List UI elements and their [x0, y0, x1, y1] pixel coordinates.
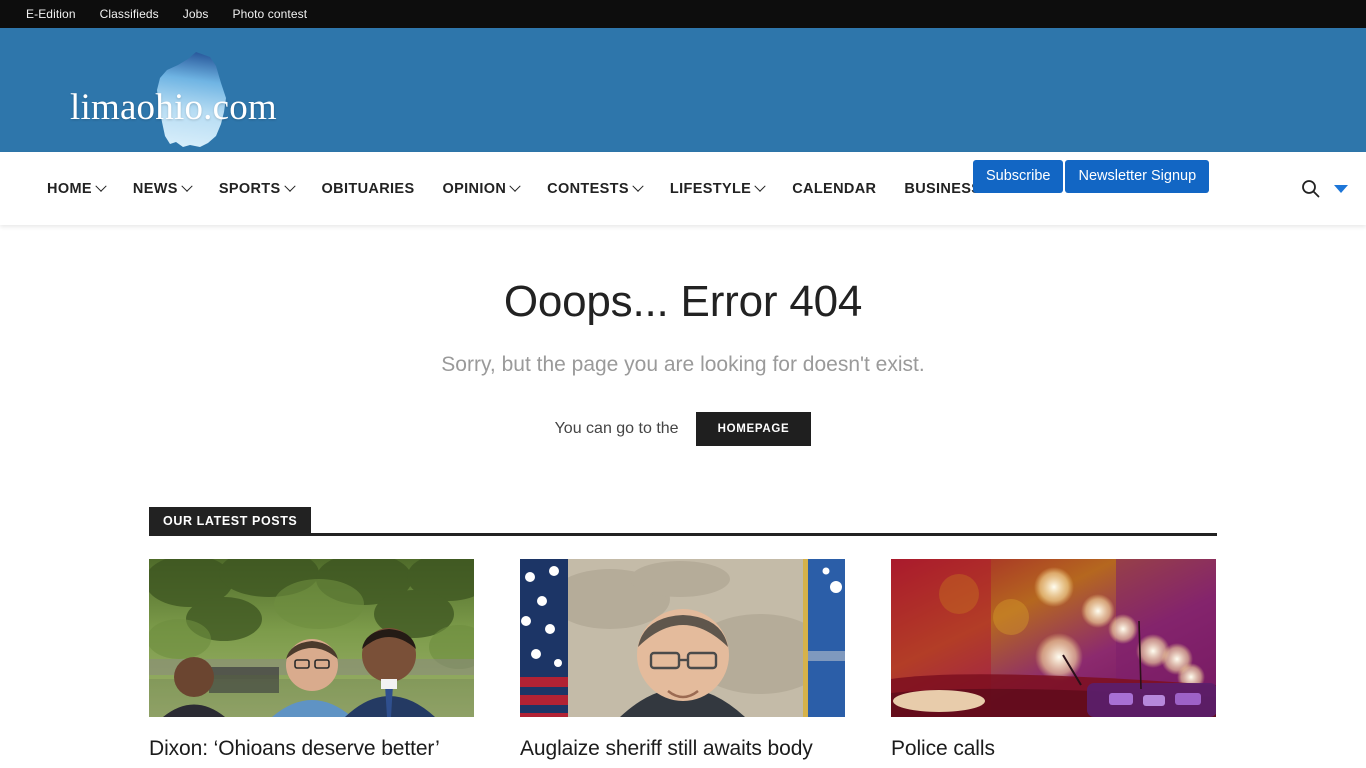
nav-item-calendar[interactable]: CALENDAR [778, 181, 890, 197]
post-title[interactable]: Police calls [891, 736, 1216, 762]
newsletter-signup-button[interactable]: Newsletter Signup [1065, 160, 1210, 193]
chevron-down-icon [632, 180, 644, 192]
nav-right-tools [1301, 152, 1348, 225]
error-title: Ooops... Error 404 [503, 277, 863, 326]
post-thumbnail[interactable] [520, 559, 845, 717]
sheriff-portrait-with-flags-image [520, 559, 845, 717]
section-title: OUR LATEST POSTS [149, 507, 312, 536]
chevron-down-icon [95, 180, 107, 192]
latest-posts-section: OUR LATEST POSTS Dixon: ‘Ohioans deserve… [149, 507, 1217, 768]
latest-posts-grid: Dixon: ‘Ohioans deserve better’ Precious… [149, 559, 1217, 768]
topbar-link-jobs[interactable]: Jobs [171, 0, 221, 28]
section-divider [311, 533, 1217, 536]
site-logo[interactable]: limaohio.com [70, 50, 330, 150]
nav-cta-group: Subscribe Newsletter Signup [973, 160, 1210, 193]
nav-item-opinion[interactable]: OPINION [428, 180, 533, 197]
nav-item-label: OBITUARIES [321, 180, 415, 197]
error-cta-text: You can go to the [554, 420, 679, 437]
post-card[interactable]: Dixon: ‘Ohioans deserve better’ Precious… [149, 559, 474, 768]
chevron-down-icon [283, 180, 296, 192]
latest-posts-header: OUR LATEST POSTS [149, 507, 1217, 536]
nav-item-label: HOME [47, 180, 92, 197]
nav-item-label: OPINION [442, 180, 507, 197]
post-card[interactable]: Auglaize sheriff still awaits body camer… [520, 559, 845, 768]
homepage-button[interactable]: HOMEPAGE [695, 412, 812, 446]
post-title[interactable]: Dixon: ‘Ohioans deserve better’ [149, 736, 474, 762]
post-thumbnail[interactable] [149, 559, 474, 717]
error-subtitle: Sorry, but the page you are looking for … [441, 353, 925, 376]
nav-item-label: CALENDAR [792, 180, 877, 197]
nav-item-news[interactable]: NEWS [119, 180, 205, 197]
nav-item-label: SPORTS [218, 180, 281, 197]
chevron-down-icon [181, 180, 193, 192]
top-utility-bar: E-Edition Classifieds Jobs Photo contest [0, 0, 1366, 28]
error-cta-row: You can go to the HOMEPAGE [0, 412, 1366, 446]
nav-item-obituaries[interactable]: OBITUARIES [308, 181, 429, 197]
main-navigation: HOME NEWS SPORTS OBITUARIES OPINION CONT… [0, 152, 1366, 225]
topbar-link-classifieds[interactable]: Classifieds [88, 0, 171, 28]
post-title[interactable]: Auglaize sheriff still awaits body camer… [520, 736, 845, 768]
nav-item-contests[interactable]: CONTESTS [533, 180, 656, 197]
post-card[interactable]: Police calls Jessica Orozco-September 13… [891, 559, 1216, 768]
subscribe-button[interactable]: Subscribe [973, 160, 1064, 193]
topbar-link-e-edition[interactable]: E-Edition [14, 0, 88, 28]
chevron-down-icon[interactable] [1334, 184, 1348, 193]
topbar-link-photo-contest[interactable]: Photo contest [220, 0, 319, 28]
chevron-down-icon [509, 180, 521, 192]
nav-item-label: NEWS [132, 180, 178, 197]
nav-item-label: LIFESTYLE [669, 180, 752, 197]
main-content: Ooops... Error 404 Sorry, but the page y… [0, 225, 1366, 768]
chevron-down-icon [754, 180, 766, 192]
three-people-outdoors-image [149, 559, 474, 717]
nav-item-lifestyle[interactable]: LIFESTYLE [656, 180, 778, 197]
search-icon[interactable] [1301, 179, 1320, 198]
site-logo-text: limaohio.com [70, 87, 277, 128]
nav-item-label: CONTESTS [547, 180, 629, 197]
post-thumbnail[interactable] [891, 559, 1216, 717]
police-lights-night-image [891, 559, 1216, 717]
nav-item-home[interactable]: HOME [33, 180, 119, 197]
nav-item-sports[interactable]: SPORTS [205, 180, 308, 197]
site-masthead: limaohio.com [0, 28, 1366, 152]
nav-item-list: HOME NEWS SPORTS OBITUARIES OPINION CONT… [0, 180, 1028, 197]
